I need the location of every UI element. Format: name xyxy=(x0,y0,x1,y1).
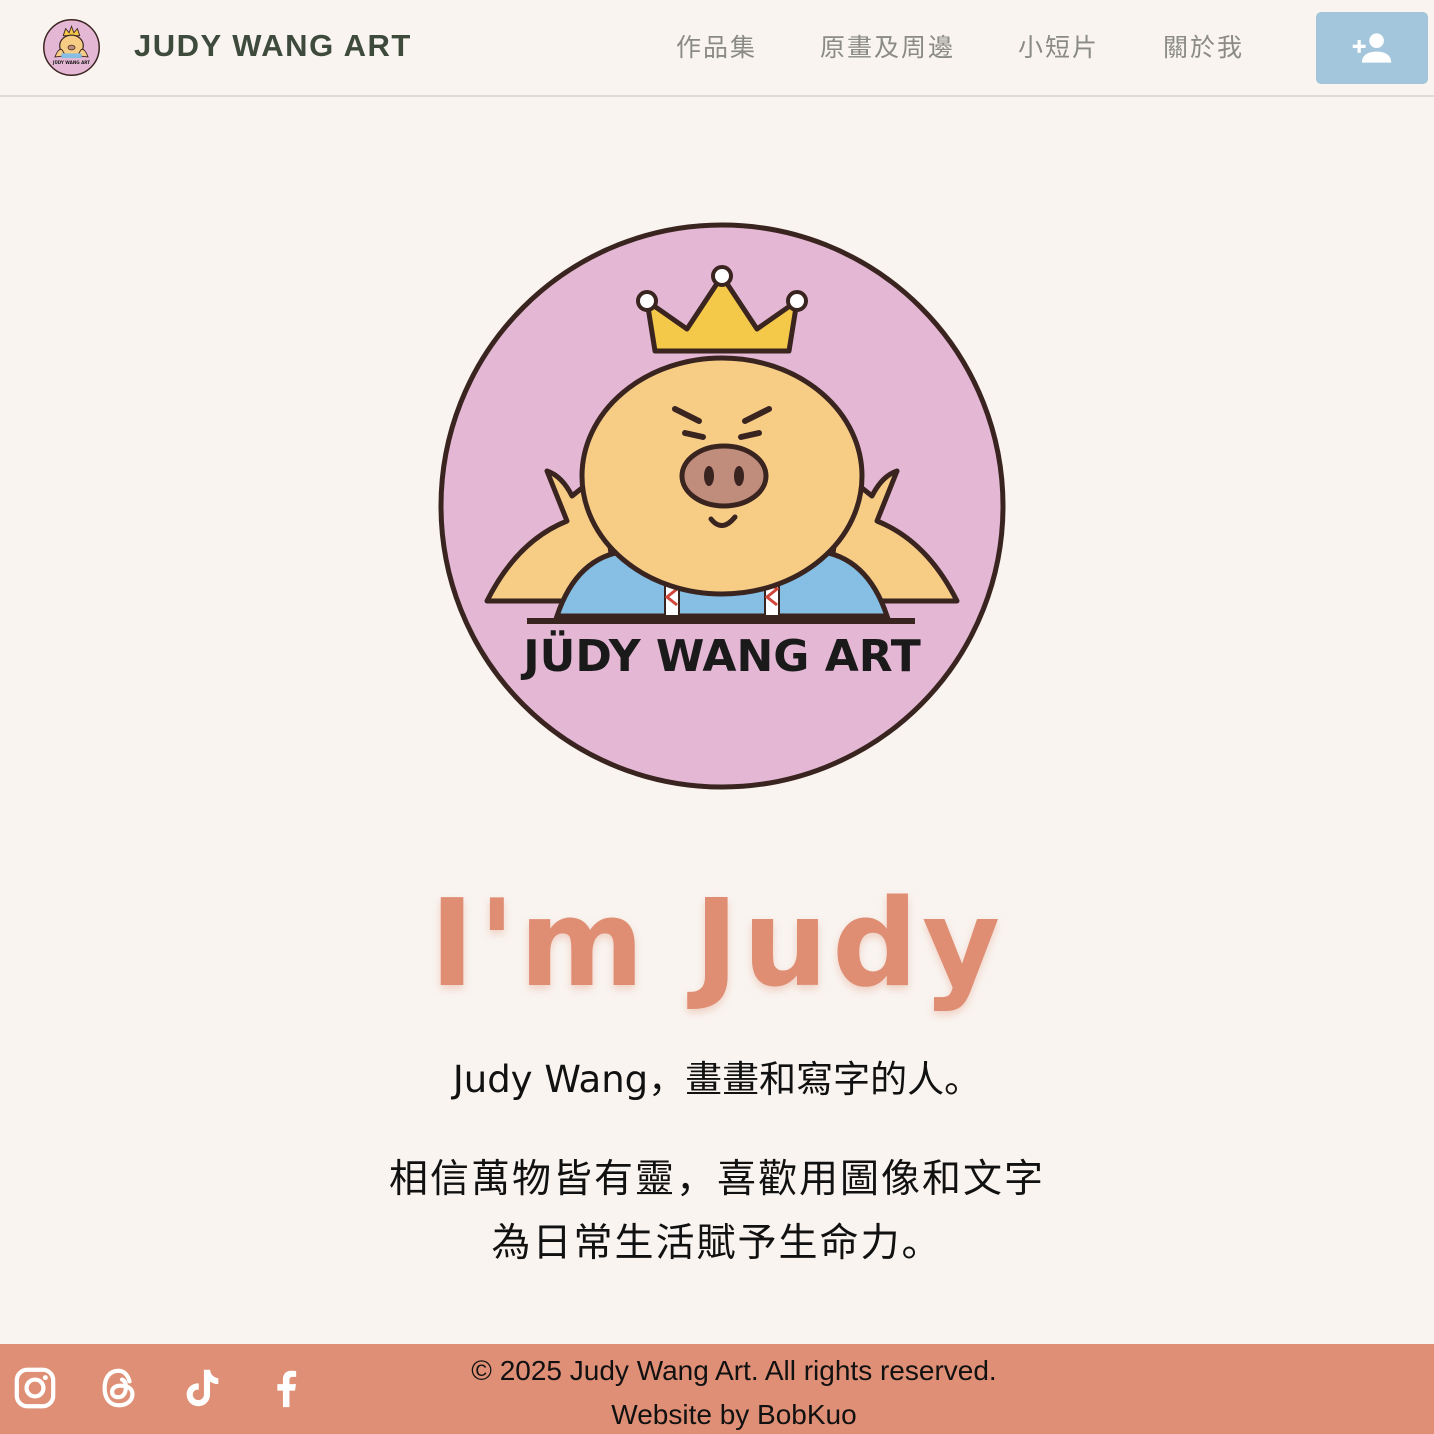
hero-description-line: 相信萬物皆有靈，喜歡用圖像和文字 xyxy=(388,1157,1045,1202)
hero-heading: I'm Judy xyxy=(429,875,1005,1014)
mascot-badge-icon: JÜDY WANG ART xyxy=(438,222,1006,790)
nav-item-short-videos[interactable]: 小短片 xyxy=(1018,30,1099,66)
mascot-logo-icon: JÜDY WANG ART xyxy=(43,19,100,76)
instagram-link[interactable] xyxy=(11,1363,59,1413)
tiktok-icon xyxy=(186,1369,219,1407)
nav-item-portfolio[interactable]: 作品集 xyxy=(676,30,757,66)
person-add-icon xyxy=(1352,33,1392,63)
site-header: JÜDY WANG ART JUDY WANG ART 作品集 原畫及周邊 小短… xyxy=(0,0,1434,97)
site-title[interactable]: JUDY WANG ART xyxy=(134,26,412,66)
hero-description-line: 為日常生活賦予生命力。 xyxy=(491,1221,943,1266)
header-logo[interactable]: JÜDY WANG ART xyxy=(42,18,101,77)
footer-copyright: © 2025 Judy Wang Art. All rights reserve… xyxy=(471,1355,997,1386)
threads-link[interactable] xyxy=(95,1363,143,1413)
hero-description: 相信萬物皆有靈，喜歡用圖像和文字 為日常生活賦予生命力。 xyxy=(0,1148,1434,1276)
threads-icon xyxy=(102,1368,135,1408)
hero-logo: JÜDY WANG ART xyxy=(437,221,1007,791)
hero-subtitle: Judy Wang，畫畫和寫字的人。 xyxy=(452,1058,982,1101)
site-footer: © 2025 Judy Wang Art. All rights reserve… xyxy=(0,1344,1434,1434)
tiktok-link[interactable] xyxy=(178,1363,226,1413)
hero-logo-text: JÜDY WANG ART xyxy=(520,629,920,682)
signup-button[interactable] xyxy=(1316,12,1428,84)
header-logo-text: JÜDY WANG ART xyxy=(52,60,90,65)
facebook-link[interactable] xyxy=(262,1363,310,1413)
nav-item-about-me[interactable]: 關於我 xyxy=(1163,30,1244,66)
footer-credit[interactable]: Website by BobKuo xyxy=(434,1398,1034,1432)
instagram-icon xyxy=(14,1367,56,1409)
nav-item-originals-merch[interactable]: 原畫及周邊 xyxy=(820,30,955,66)
facebook-icon xyxy=(277,1370,297,1408)
